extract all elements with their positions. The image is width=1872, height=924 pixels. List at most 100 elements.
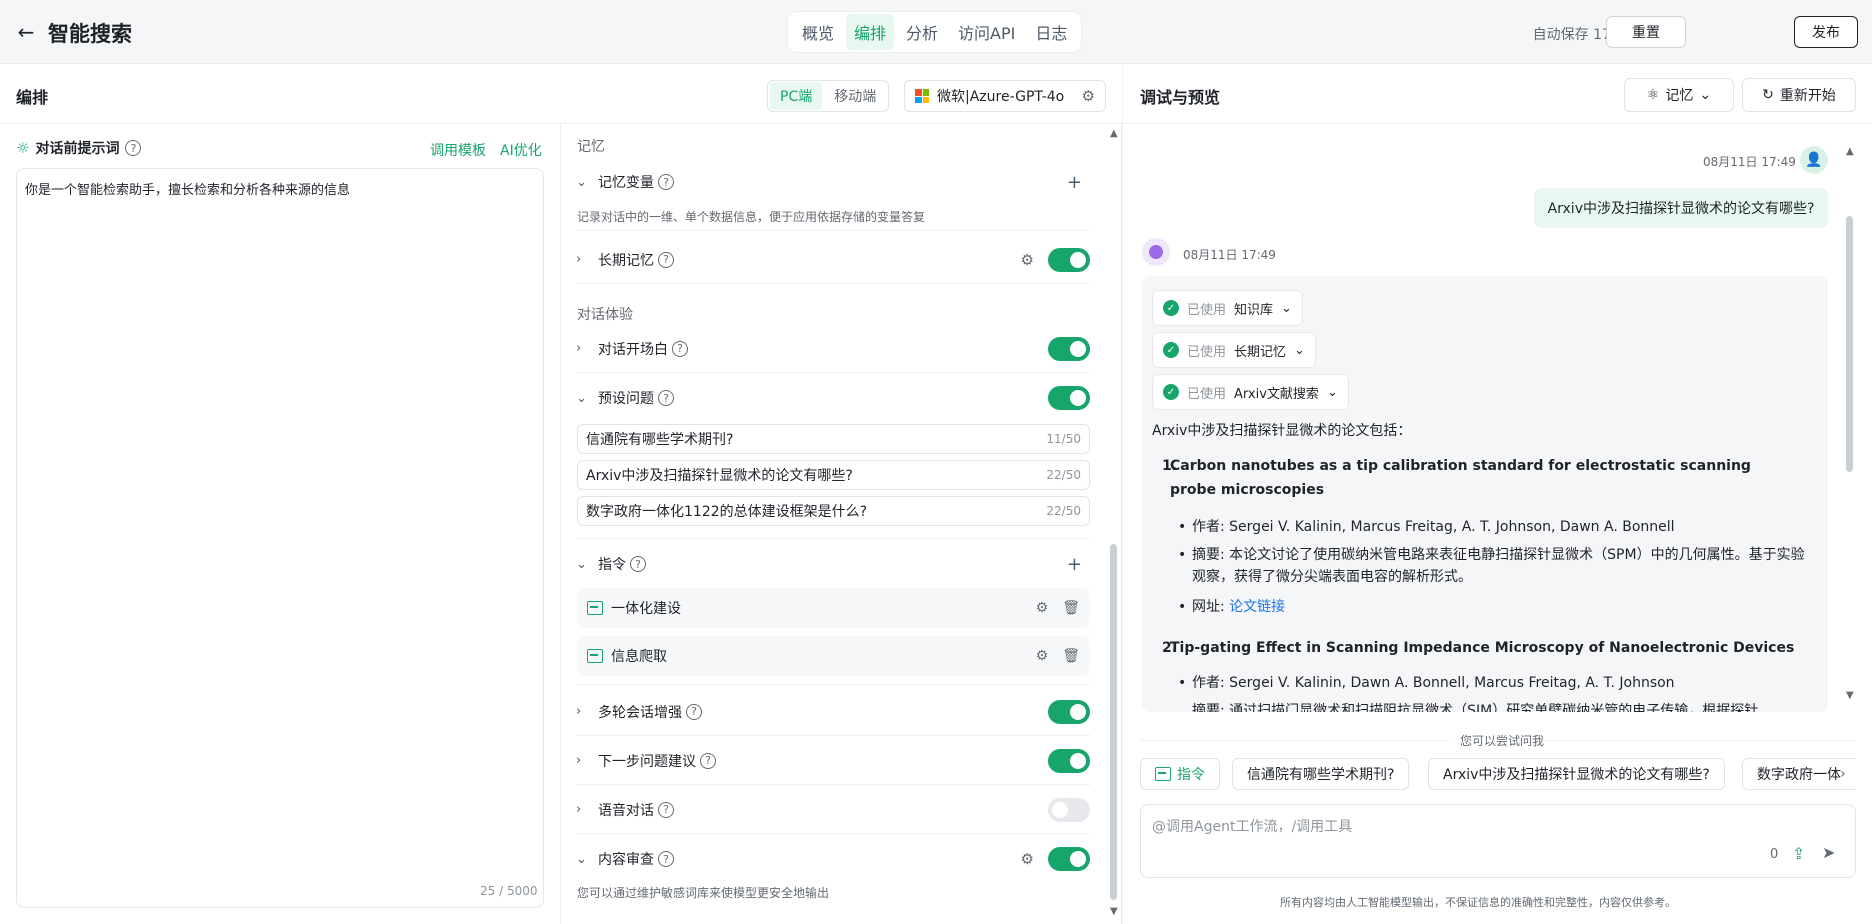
chevron-down-icon[interactable]: ⌄ [576,175,592,190]
voice-toggle[interactable] [1048,797,1090,822]
help-icon[interactable]: ? [125,140,142,156]
tab-access-api[interactable]: 访问API [950,14,1023,50]
command-icon [1155,767,1171,781]
memory-button-label: 记忆 [1665,88,1694,104]
opening-toggle[interactable] [1048,336,1090,361]
gear-icon[interactable]: ⚙ [1082,87,1095,105]
help-icon[interactable]: ? [658,390,674,406]
help-icon[interactable]: ? [686,703,702,720]
help-icon[interactable]: ? [672,340,688,357]
command-item[interactable]: 信息爬取 ⚙ 🗑 [577,636,1090,676]
suggestion-chip[interactable]: 信通院有哪些学术期刊? [1232,758,1410,790]
paper-link[interactable]: 论文链接 [1229,599,1285,615]
memory-vars-label: 记忆变量 [598,175,654,191]
input-char-count: 0 [1770,847,1779,862]
command-item[interactable]: 一体化建设 ⚙ 🗑 [577,588,1090,628]
suggestion-chip[interactable]: 数字政府一体 [1742,758,1856,790]
send-icon[interactable]: ➤ [1822,843,1835,862]
help-icon[interactable]: ? [658,851,674,867]
model-selector[interactable]: 微软|Azure-GPT-4o ⚙ [904,80,1106,112]
preset-toggle[interactable] [1048,386,1090,410]
restart-button[interactable]: ↻ 重新开始 [1742,78,1856,112]
chevron-down-icon[interactable]: ⌄ [576,557,592,572]
tab-orchestrate[interactable]: 编排 [846,14,895,50]
scroll-down-icon[interactable]: ▼ [1846,690,1854,701]
tool-used-pill[interactable]: ✓ 已使用 知识库 ⌄ [1152,290,1303,326]
long-memory-row[interactable]: › 长期记忆? ⚙ [576,236,1090,284]
help-icon[interactable]: ? [658,801,674,818]
tab-overview[interactable]: 概览 [794,14,842,50]
tool-used-pill[interactable]: ✓ 已使用 长期记忆 ⌄ [1152,332,1316,368]
chevron-right-icon[interactable]: › [576,704,592,719]
device-tab-mobile[interactable]: 移动端 [824,82,886,110]
gear-icon[interactable]: ⚙ [1036,648,1049,664]
prompt-label-text: 对话前提示词 [35,141,120,157]
scrollbar-thumb[interactable] [1110,544,1117,900]
memory-button[interactable]: ⚛ 记忆 ⌄ [1624,78,1734,112]
scroll-up-icon[interactable]: ▲ [1846,146,1854,157]
next-suggest-row[interactable]: › 下一步问题建议? [576,737,1090,785]
device-tab-pc[interactable]: PC端 [770,82,823,110]
scrollbar-thumb[interactable] [1846,216,1853,472]
help-icon[interactable]: ? [630,556,646,572]
chevron-down-icon[interactable]: ⌄ [576,852,592,867]
help-icon[interactable]: ? [658,174,674,190]
tool-status: 已使用 [1187,386,1227,402]
chevron-right-icon[interactable]: › [576,252,592,267]
top-nav-tabs: 概览 编排 分析 访问API 日志 [788,12,1082,52]
paper-title: Carbon nanotubes as a tip calibration st… [1170,458,1751,498]
bot-timestamp: 08月11日 17:49 [1183,248,1276,262]
upload-icon[interactable]: ⇪ [1792,844,1805,863]
scroll-down-icon[interactable]: ▼ [1110,906,1118,917]
review-row[interactable]: ⌄ 内容审查? ⚙ [576,835,1090,883]
add-icon[interactable]: + [1067,554,1082,575]
check-icon: ✓ [1163,342,1179,358]
command-name: 一体化建设 [611,601,681,617]
commands-row[interactable]: ⌄ 指令? + [576,540,1090,588]
trash-icon[interactable]: 🗑 [1062,648,1080,664]
help-icon[interactable]: ? [658,251,674,268]
publish-button[interactable]: 发布 [1794,16,1858,48]
command-chip[interactable]: 指令 [1140,758,1220,790]
user-timestamp: 08月11日 17:49 [1703,155,1796,169]
prompt-label: ☼ 对话前提示词 ? [16,138,142,158]
tool-status: 已使用 [1187,344,1227,360]
voice-row[interactable]: › 语音对话? [576,786,1090,834]
chevron-down-icon: ⌄ [1326,384,1338,400]
memory-vars-row[interactable]: ⌄ 记忆变量? + [576,158,1090,206]
gear-icon[interactable]: ⚙ [1021,251,1034,269]
answer-intro: Arxiv中涉及扫描探针显微术的论文包括： [1152,423,1412,439]
multi-turn-row[interactable]: › 多轮会话增强? [576,688,1090,736]
gear-icon[interactable]: ⚙ [1021,850,1034,868]
chevron-down-icon[interactable]: ⌄ [576,391,592,406]
tool-used-pill[interactable]: ✓ 已使用 Arxiv文献搜索 ⌄ [1152,374,1349,410]
chevron-right-icon[interactable]: › [1840,766,1846,782]
suggestion-chip[interactable]: Arxiv中涉及扫描探针显微术的论文有哪些? [1428,758,1725,790]
long-memory-toggle[interactable] [1048,247,1090,272]
tab-logs[interactable]: 日志 [1027,14,1075,50]
preset-question-input[interactable]: Arxiv中涉及扫描探针显微术的论文有哪些? 22/50 [577,460,1090,490]
back-arrow-icon[interactable]: ← [14,20,38,44]
add-icon[interactable]: + [1067,172,1082,193]
help-icon[interactable]: ? [700,752,716,769]
next-suggest-toggle[interactable] [1048,748,1090,773]
prompt-textarea[interactable]: 你是一个智能检索助手，擅长检索和分析各种来源的信息 [16,168,544,908]
ai-optimize-link[interactable]: AI优化 [500,140,542,160]
review-toggle[interactable] [1048,847,1090,871]
trash-icon[interactable]: 🗑 [1062,600,1080,616]
multi-turn-toggle[interactable] [1048,699,1090,724]
multi-turn-label: 多轮会话增强 [598,704,682,721]
opening-row[interactable]: › 对话开场白? [576,325,1090,373]
template-link[interactable]: 调用模板 [430,140,486,160]
chevron-right-icon[interactable]: › [576,341,592,356]
reset-button[interactable]: 重置 [1606,16,1686,48]
preset-question-input[interactable]: 信通院有哪些学术期刊? 11/50 [577,424,1090,454]
preset-questions-row[interactable]: ⌄ 预设问题? [576,374,1090,422]
preset-question-input[interactable]: 数字政府一体化1122的总体建设框架是什么? 22/50 [577,496,1090,526]
scroll-up-icon[interactable]: ▲ [1110,128,1118,139]
gear-icon[interactable]: ⚙ [1036,600,1049,616]
chevron-right-icon[interactable]: › [576,753,592,768]
chevron-right-icon[interactable]: › [576,802,592,817]
tab-analysis[interactable]: 分析 [898,14,946,50]
chip-label: 数字政府一体 [1757,767,1841,783]
